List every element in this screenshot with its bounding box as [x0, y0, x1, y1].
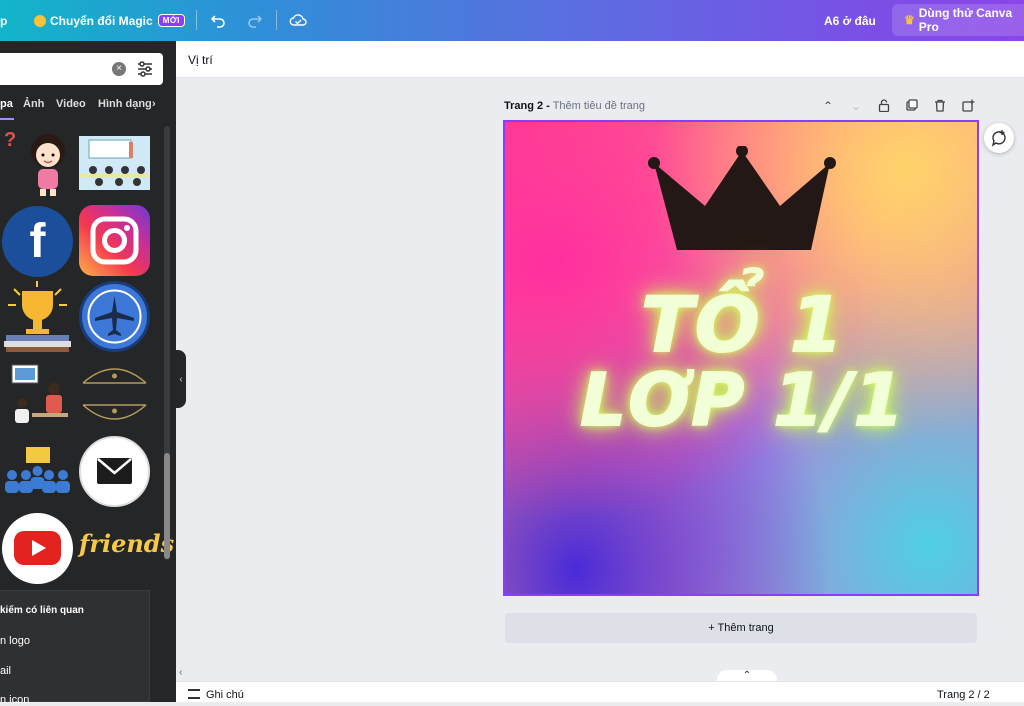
- trash-icon[interactable]: [932, 99, 948, 115]
- notes-button[interactable]: Ghi chú: [188, 689, 244, 701]
- tab-videos[interactable]: Video: [56, 98, 86, 110]
- panel-scroll-thumb[interactable]: [164, 453, 170, 559]
- add-page-button[interactable]: + Thêm trang: [505, 613, 977, 643]
- try-canva-pro-button[interactable]: ♛ Dùng thử Canva Pro: [892, 4, 1024, 36]
- chevron-right-icon[interactable]: ›: [152, 98, 156, 110]
- active-tab-indicator: [0, 118, 14, 120]
- related-item[interactable]: n logo: [0, 635, 30, 647]
- crown-icon: [34, 14, 46, 27]
- tab-shapes[interactable]: Hình dạng: [98, 98, 152, 110]
- duplicate-icon[interactable]: [904, 99, 920, 115]
- facebook-letter: f: [29, 215, 46, 268]
- cloud-saved-icon[interactable]: [286, 8, 310, 32]
- position-button[interactable]: Vị trí: [188, 53, 213, 67]
- related-searches: kiếm có liên quan n logo ail n icon: [0, 590, 150, 706]
- office-workers-graphic[interactable]: [2, 359, 73, 429]
- title-line-1[interactable]: TỔ 1: [505, 279, 977, 370]
- collapse-panel-handle[interactable]: ‹: [176, 350, 186, 408]
- try-canva-pro-label: Dùng thử Canva Pro: [918, 6, 1013, 34]
- clear-search-icon[interactable]: ×: [112, 62, 126, 76]
- question-mark-graphic[interactable]: ?: [4, 129, 16, 152]
- crown-icon: ♛: [904, 13, 915, 27]
- category-tabs: pa Ảnh Video Hình dạng ›: [0, 96, 176, 118]
- add-page-icon[interactable]: [960, 99, 976, 115]
- redo-icon[interactable]: [243, 8, 267, 32]
- notes-icon: [188, 689, 200, 699]
- page-indicator[interactable]: Trang 2 / 2: [937, 689, 990, 701]
- trophy-graphic[interactable]: [2, 281, 73, 353]
- tab-photos[interactable]: Ảnh: [23, 98, 44, 110]
- new-badge: MỚI: [157, 14, 185, 27]
- cartoon-girl-graphic[interactable]: [24, 131, 72, 197]
- chevron-left-icon: ‹: [179, 373, 183, 385]
- facebook-logo-graphic[interactable]: f: [2, 206, 73, 277]
- undo-icon[interactable]: [206, 8, 230, 32]
- top-bar: p Chuyển đổi Magic MỚI A6 ở đâu ♛ Dùng t…: [0, 0, 1024, 41]
- elements-side-panel: × pa Ảnh Video Hình dạng › ? f friends k…: [0, 41, 176, 706]
- magic-switch-label: Chuyển đổi Magic: [50, 13, 153, 28]
- horizontal-scrollbar[interactable]: ‹: [176, 667, 1024, 681]
- design-page[interactable]: TỔ 1 LƠP 1/1: [503, 120, 979, 596]
- lock-icon[interactable]: [876, 99, 892, 115]
- chevron-up-icon[interactable]: ⌃: [820, 99, 836, 115]
- magic-switch-button[interactable]: Chuyển đổi Magic MỚI: [34, 0, 185, 41]
- chevron-down-icon[interactable]: ⌄: [848, 99, 864, 115]
- page-label: Trang 2 -: [504, 100, 550, 112]
- instagram-logo-graphic[interactable]: [79, 205, 150, 276]
- related-heading: kiếm có liên quan: [0, 605, 84, 616]
- airplane-badge-graphic[interactable]: [79, 281, 150, 352]
- tab-graphics[interactable]: pa: [0, 98, 13, 110]
- footer-bar: Ghi chú Trang 2 / 2: [176, 681, 1024, 702]
- chevron-up-icon: ⌃: [742, 670, 752, 681]
- page-header[interactable]: Trang 2 - Thêm tiêu đề trang: [504, 100, 645, 112]
- add-comment-icon[interactable]: [984, 123, 1014, 153]
- position-hint[interactable]: A6 ở đâu: [824, 0, 876, 41]
- team-meeting-graphic[interactable]: [2, 443, 73, 497]
- notes-label: Ghi chú: [206, 689, 244, 701]
- divider: [276, 10, 277, 30]
- divider: [196, 10, 197, 30]
- friends-text-graphic[interactable]: friends: [79, 529, 174, 569]
- related-item[interactable]: ail: [0, 665, 11, 677]
- ornament-frame-graphic[interactable]: [79, 359, 150, 429]
- filter-icon[interactable]: [136, 60, 154, 78]
- youtube-logo-graphic[interactable]: [2, 513, 73, 584]
- related-item[interactable]: n icon: [0, 694, 29, 706]
- classroom-graphic[interactable]: [79, 136, 150, 190]
- title-line-2[interactable]: LƠP 1/1: [505, 357, 977, 443]
- context-toolbar: Vị trí: [176, 41, 1024, 78]
- search-input[interactable]: ×: [0, 53, 163, 85]
- file-menu-fragment[interactable]: p: [0, 0, 7, 41]
- page-title-placeholder[interactable]: Thêm tiêu đề trang: [553, 100, 645, 112]
- mail-icon[interactable]: [79, 436, 150, 507]
- scroll-left-icon[interactable]: ‹: [179, 667, 182, 678]
- crown-graphic[interactable]: [645, 146, 837, 254]
